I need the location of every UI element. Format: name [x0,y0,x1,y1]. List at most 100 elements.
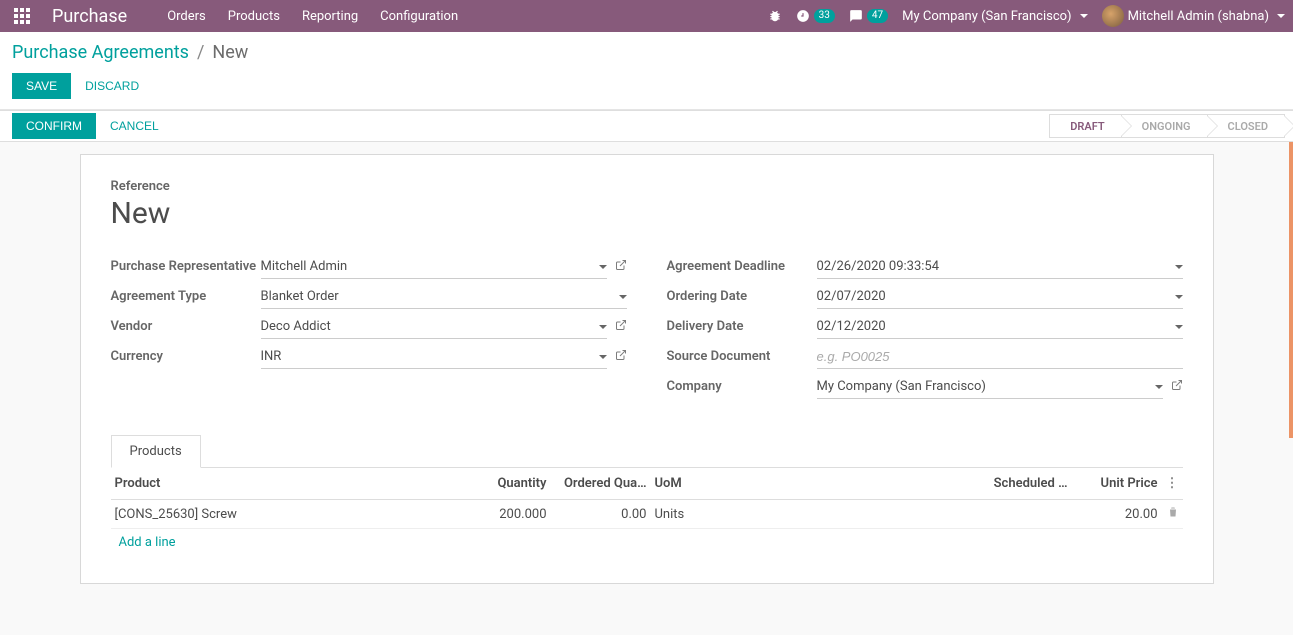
external-link-icon[interactable] [1171,379,1183,395]
chevron-down-icon [599,325,607,329]
user-menu[interactable]: Mitchell Admin (shabna) [1102,5,1285,27]
main-menu: Orders Products Reporting Configuration [167,9,458,24]
chat-icon [849,9,863,23]
currency-label: Currency [111,345,261,364]
user-name: Mitchell Admin (shabna) [1128,9,1269,24]
vendor-label: Vendor [111,315,261,334]
apps-grid-icon [14,8,30,24]
activity-badge: 33 [814,9,835,23]
agreement-type-label: Agreement Type [111,285,261,304]
messaging-icon[interactable]: 47 [849,9,888,23]
chevron-down-icon [619,295,627,299]
reference-label: Reference [111,179,1183,194]
agreement-deadline-value: 02/26/2020 09:33:54 [817,259,940,274]
chevron-down-icon [1175,295,1183,299]
cell-price[interactable]: 20.00 [1072,500,1162,529]
col-ordered[interactable]: Ordered Qua… [551,468,651,500]
cell-scheduled[interactable] [982,500,1072,529]
status-closed[interactable]: CLOSED [1207,114,1285,138]
save-button[interactable]: SAVE [12,73,71,99]
purchase-rep-value: Mitchell Admin [261,259,348,274]
col-price[interactable]: Unit Price [1072,468,1162,500]
form-sheet: Reference New Purchase Representative Mi… [80,154,1214,584]
agreement-deadline-field[interactable]: 02/26/2020 09:33:54 [817,255,1183,279]
company-label: Company [667,375,817,394]
notebook: Products Product Quantity Ordered Qua… U… [111,435,1183,556]
vendor-value: Deco Addict [261,319,331,334]
confirm-button[interactable]: CONFIRM [12,113,96,139]
scroll-indicator[interactable] [1289,142,1293,438]
menu-products[interactable]: Products [228,9,280,24]
col-scheduled[interactable]: Scheduled … [982,468,1072,500]
breadcrumb-parent[interactable]: Purchase Agreements [12,42,189,63]
agreement-deadline-label: Agreement Deadline [667,255,817,274]
cell-product[interactable]: [CONS_25630] Screw [111,500,471,529]
control-panel: Purchase Agreements / New SAVE DISCARD [0,32,1293,110]
trash-icon [1167,506,1179,518]
vendor-field[interactable]: Deco Addict [261,315,607,339]
form-view: Reference New Purchase Representative Mi… [0,142,1293,635]
row-delete-icon[interactable] [1162,500,1183,529]
menu-reporting[interactable]: Reporting [302,9,358,24]
messages-badge: 47 [867,9,888,23]
navbar-right: 33 47 My Company (San Francisco) Mitchel… [768,5,1285,27]
navbar: Purchase Orders Products Reporting Confi… [0,0,1293,32]
company-name: My Company (San Francisco) [902,9,1071,24]
status-steps: DRAFT ONGOING CLOSED [1050,114,1285,138]
form-left-col: Purchase Representative Mitchell Admin A… [111,255,627,405]
table-row[interactable]: [CONS_25630] Screw 200.000 0.00 Units 20… [111,500,1183,529]
add-line-button[interactable]: Add a line [115,527,180,558]
form-right-col: Agreement Deadline 02/26/2020 09:33:54 O… [667,255,1183,405]
purchase-rep-field[interactable]: Mitchell Admin [261,255,607,279]
external-link-icon[interactable] [615,259,627,275]
source-document-field[interactable] [817,345,1183,369]
clock-icon [796,9,810,23]
currency-value: INR [261,349,282,364]
company-value: My Company (San Francisco) [817,379,986,394]
company-switcher[interactable]: My Company (San Francisco) [902,9,1087,24]
delivery-date-label: Delivery Date [667,315,817,334]
delivery-date-value: 02/12/2020 [817,319,886,334]
chevron-down-icon [599,355,607,359]
apps-menu-icon[interactable] [8,2,36,30]
purchase-rep-label: Purchase Representative [111,255,261,274]
external-link-icon[interactable] [615,349,627,365]
currency-field[interactable]: INR [261,345,607,369]
activity-icon[interactable]: 33 [796,9,835,23]
bug-icon [768,9,782,23]
source-document-label: Source Document [667,345,817,364]
status-bar: CONFIRM CANCEL DRAFT ONGOING CLOSED [0,110,1293,142]
delivery-date-field[interactable]: 02/12/2020 [817,315,1183,339]
menu-configuration[interactable]: Configuration [380,9,458,24]
cell-quantity[interactable]: 200.000 [471,500,551,529]
col-actions-icon[interactable]: ⋮ [1162,468,1183,500]
menu-orders[interactable]: Orders [167,9,206,24]
agreement-type-value: Blanket Order [261,289,339,304]
cancel-button[interactable]: CANCEL [110,113,159,139]
app-brand[interactable]: Purchase [52,6,127,27]
tab-products[interactable]: Products [111,435,201,468]
debug-icon[interactable] [768,9,782,23]
ordering-date-field[interactable]: 02/07/2020 [817,285,1183,309]
chevron-down-icon [1175,265,1183,269]
chevron-down-icon [1277,14,1285,18]
source-document-input[interactable] [817,349,1183,364]
col-quantity[interactable]: Quantity [471,468,551,500]
ordering-date-label: Ordering Date [667,285,817,304]
products-table: Product Quantity Ordered Qua… UoM Schedu… [111,468,1183,556]
chevron-down-icon [599,265,607,269]
breadcrumb: Purchase Agreements / New [12,42,1277,63]
chevron-down-icon [1175,325,1183,329]
status-ongoing[interactable]: ONGOING [1121,114,1208,138]
cell-uom[interactable]: Units [651,500,982,529]
chevron-down-icon [1080,14,1088,18]
status-draft[interactable]: DRAFT [1049,114,1121,138]
agreement-type-field[interactable]: Blanket Order [261,285,627,309]
col-product[interactable]: Product [111,468,471,500]
col-uom[interactable]: UoM [651,468,982,500]
tab-list: Products [111,435,1183,468]
external-link-icon[interactable] [615,319,627,335]
company-field[interactable]: My Company (San Francisco) [817,375,1163,399]
cell-ordered[interactable]: 0.00 [551,500,651,529]
discard-button[interactable]: DISCARD [85,79,139,93]
